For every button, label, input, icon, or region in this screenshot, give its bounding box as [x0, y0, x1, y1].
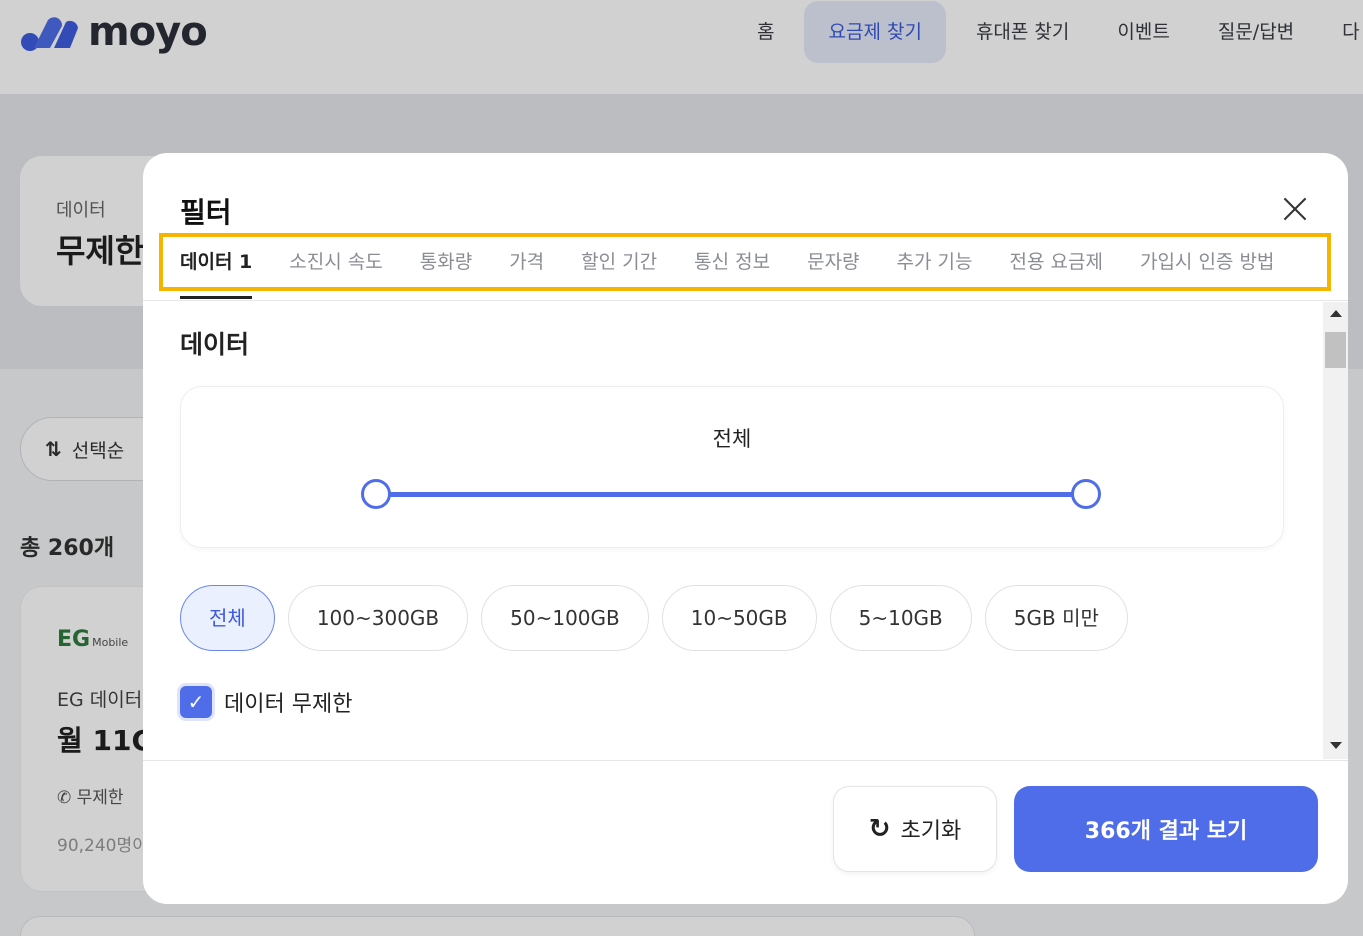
modal-title: 필터	[180, 196, 232, 229]
reset-label: 초기화	[900, 819, 962, 844]
data-range-slider: 전체	[180, 386, 1284, 548]
close-icon[interactable]	[1279, 193, 1311, 225]
range-track[interactable]	[377, 492, 1087, 497]
scroll-down-arrow-icon[interactable]	[1330, 742, 1342, 749]
scrollbar[interactable]	[1323, 302, 1348, 759]
unlimited-data-checkbox[interactable]: ✓	[180, 686, 212, 718]
chip-under-5gb[interactable]: 5GB 미만	[984, 585, 1128, 651]
range-handle-min[interactable]	[361, 479, 391, 509]
footer-divider	[143, 760, 1348, 761]
tabs-highlight-box	[159, 233, 1331, 291]
range-value: 전체	[712, 427, 752, 451]
section-title: 데이터	[180, 330, 250, 359]
chip-5-10gb[interactable]: 5~10GB	[829, 585, 972, 651]
reset-button[interactable]: ↻ 초기화	[833, 786, 997, 872]
checkmark-icon: ✓	[187, 690, 205, 714]
data-chips: 전체 100~300GB 50~100GB 10~50GB 5~10GB 5GB…	[180, 585, 1141, 651]
chip-all[interactable]: 전체	[180, 585, 275, 651]
range-handle-max[interactable]	[1071, 479, 1101, 509]
scroll-thumb[interactable]	[1325, 332, 1346, 368]
show-results-button[interactable]: 366개 결과 보기	[1014, 786, 1318, 872]
refresh-icon: ↻	[868, 814, 891, 844]
chip-50-100gb[interactable]: 50~100GB	[481, 585, 649, 651]
filter-modal: 필터 데이터 1 소진시 속도 통화량 가격 할인 기간 통신 정보 문자량 추…	[143, 153, 1348, 904]
unlimited-data-label: 데이터 무제한	[224, 692, 353, 717]
unlimited-data-option[interactable]: ✓ 데이터 무제한	[180, 686, 352, 718]
chip-100-300gb[interactable]: 100~300GB	[287, 585, 469, 651]
chip-10-50gb[interactable]: 10~50GB	[661, 585, 817, 651]
scroll-up-arrow-icon[interactable]	[1330, 310, 1342, 317]
tab-divider	[143, 300, 1348, 301]
